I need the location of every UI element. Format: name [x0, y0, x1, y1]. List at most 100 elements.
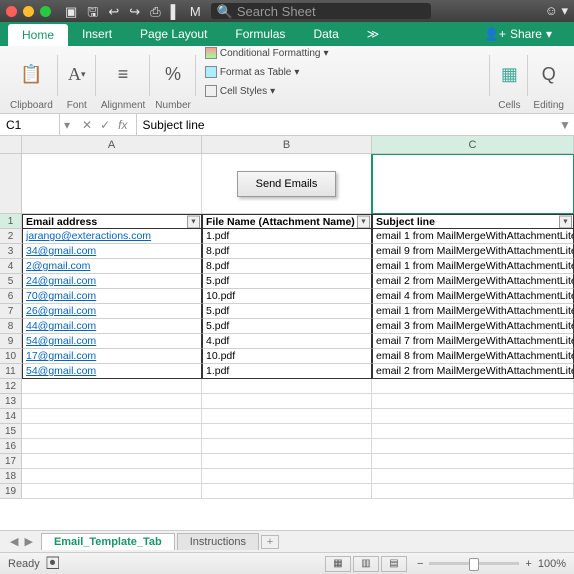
tab-more[interactable]: ≫: [353, 22, 394, 46]
tab-page-layout[interactable]: Page Layout: [126, 22, 221, 46]
cell[interactable]: [22, 154, 202, 214]
file-cell[interactable]: 8.pdf: [202, 259, 372, 274]
fx-icon[interactable]: fx: [118, 118, 127, 132]
save-icon[interactable]: ▣: [65, 5, 77, 18]
cancel-formula-icon[interactable]: ✕: [82, 118, 92, 132]
send-emails-button[interactable]: Send Emails: [237, 171, 337, 197]
cell[interactable]: [372, 409, 574, 424]
subject-cell[interactable]: email 2 from MailMergeWithAttachmentLite…: [372, 274, 574, 289]
email-cell[interactable]: jarango@exteractions.com: [22, 229, 202, 244]
cell[interactable]: [202, 454, 372, 469]
cell[interactable]: [372, 379, 574, 394]
row-header[interactable]: 1: [0, 214, 22, 229]
undo-icon[interactable]: ↩: [108, 5, 119, 18]
subject-cell[interactable]: email 1 from MailMergeWithAttachmentLite…: [372, 259, 574, 274]
subject-cell[interactable]: email 3 from MailMergeWithAttachmentLite…: [372, 319, 574, 334]
macro-record-icon[interactable]: ⏺⃞: [50, 557, 56, 570]
row-header[interactable]: 16: [0, 439, 22, 454]
file-cell[interactable]: 10.pdf: [202, 289, 372, 304]
subject-cell[interactable]: email 7 from MailMergeWithAttachmentLite…: [372, 334, 574, 349]
tab-data[interactable]: Data: [299, 22, 352, 46]
prev-sheet-icon[interactable]: ◀: [10, 535, 18, 548]
cells-icon[interactable]: ▦: [495, 61, 523, 89]
file-cell[interactable]: 5.pdf: [202, 319, 372, 334]
font-icon[interactable]: A▾: [63, 61, 91, 89]
subject-cell[interactable]: email 8 from MailMergeWithAttachmentLite…: [372, 349, 574, 364]
row-header[interactable]: 6: [0, 289, 22, 304]
email-cell[interactable]: 34@gmail.com: [22, 244, 202, 259]
subject-cell[interactable]: email 2 from MailMergeWithAttachmentLite…: [372, 364, 574, 379]
email-cell[interactable]: 70@gmail.com: [22, 289, 202, 304]
zoom-level[interactable]: 100%: [538, 558, 566, 570]
email-cell[interactable]: 24@gmail.com: [22, 274, 202, 289]
cell[interactable]: [202, 439, 372, 454]
format-as-table-button[interactable]: Format as Table▾: [205, 63, 329, 81]
cell[interactable]: [22, 439, 202, 454]
cell[interactable]: [202, 424, 372, 439]
email-cell[interactable]: 26@gmail.com: [22, 304, 202, 319]
editing-icon[interactable]: Q: [535, 61, 563, 89]
cell-styles-button[interactable]: Cell Styles▾: [205, 82, 329, 100]
row-header[interactable]: 2: [0, 229, 22, 244]
col-header-c[interactable]: C: [372, 136, 574, 154]
cell[interactable]: [372, 454, 574, 469]
email-cell[interactable]: 44@gmail.com: [22, 319, 202, 334]
normal-view-button[interactable]: ▦: [325, 556, 351, 572]
row-header[interactable]: 15: [0, 424, 22, 439]
column-header-file[interactable]: File Name (Attachment Name)▼: [202, 214, 372, 229]
zoom-out-button[interactable]: −: [417, 558, 423, 570]
row-header[interactable]: 19: [0, 484, 22, 499]
subject-cell[interactable]: email 1 from MailMergeWithAttachmentLite…: [372, 304, 574, 319]
file-cell[interactable]: 5.pdf: [202, 304, 372, 319]
cell[interactable]: [372, 439, 574, 454]
cell[interactable]: [202, 484, 372, 499]
filter-dropdown-icon[interactable]: ▼: [187, 215, 200, 228]
search-sheet-input[interactable]: 🔍 Search Sheet: [211, 3, 431, 19]
row-header[interactable]: 11: [0, 364, 22, 379]
email-cell[interactable]: 17@gmail.com: [22, 349, 202, 364]
row-header[interactable]: 9: [0, 334, 22, 349]
file-cell[interactable]: 4.pdf: [202, 334, 372, 349]
row-header[interactable]: 18: [0, 469, 22, 484]
cell[interactable]: [202, 394, 372, 409]
cell[interactable]: [22, 394, 202, 409]
formula-input[interactable]: Subject line: [137, 118, 557, 132]
close-window-button[interactable]: [6, 6, 17, 17]
cell[interactable]: [22, 454, 202, 469]
file-cell[interactable]: 1.pdf: [202, 229, 372, 244]
page-break-view-button[interactable]: ▤: [381, 556, 407, 572]
page-layout-view-button[interactable]: ▥: [353, 556, 379, 572]
email-cell[interactable]: 2@gmail.com: [22, 259, 202, 274]
selected-cell[interactable]: [372, 154, 574, 214]
email-cell[interactable]: 54@gmail.com: [22, 334, 202, 349]
number-icon[interactable]: %: [159, 61, 187, 89]
subject-cell[interactable]: email 9 from MailMergeWithAttachmentLite…: [372, 244, 574, 259]
cell[interactable]: Send Emails: [202, 154, 372, 214]
next-sheet-icon[interactable]: ▶: [24, 535, 32, 548]
row-header[interactable]: 7: [0, 304, 22, 319]
row-header[interactable]: 14: [0, 409, 22, 424]
cell[interactable]: [372, 469, 574, 484]
col-header-a[interactable]: A: [22, 136, 202, 154]
conditional-formatting-button[interactable]: Conditional Formatting▾: [205, 44, 329, 62]
minimize-window-button[interactable]: [23, 6, 34, 17]
cell[interactable]: [22, 409, 202, 424]
tab-insert[interactable]: Insert: [68, 22, 126, 46]
cell[interactable]: [372, 424, 574, 439]
row-header[interactable]: 3: [0, 244, 22, 259]
alignment-icon[interactable]: ≡: [109, 61, 137, 89]
cell[interactable]: [372, 484, 574, 499]
print-icon[interactable]: ⎙: [150, 5, 160, 18]
cell[interactable]: [22, 469, 202, 484]
file-cell[interactable]: 1.pdf: [202, 364, 372, 379]
confirm-formula-icon[interactable]: ✓: [100, 118, 110, 132]
filter-dropdown-icon[interactable]: ▼: [357, 215, 370, 228]
cell[interactable]: [202, 379, 372, 394]
sheet-tab-instructions[interactable]: Instructions: [177, 533, 259, 550]
select-all-corner[interactable]: [0, 136, 22, 154]
row-header[interactable]: 12: [0, 379, 22, 394]
paste-icon[interactable]: 📋: [17, 61, 45, 89]
file-cell[interactable]: 5.pdf: [202, 274, 372, 289]
cell[interactable]: [22, 424, 202, 439]
sheet-tab-email-template[interactable]: Email_Template_Tab: [41, 533, 175, 550]
